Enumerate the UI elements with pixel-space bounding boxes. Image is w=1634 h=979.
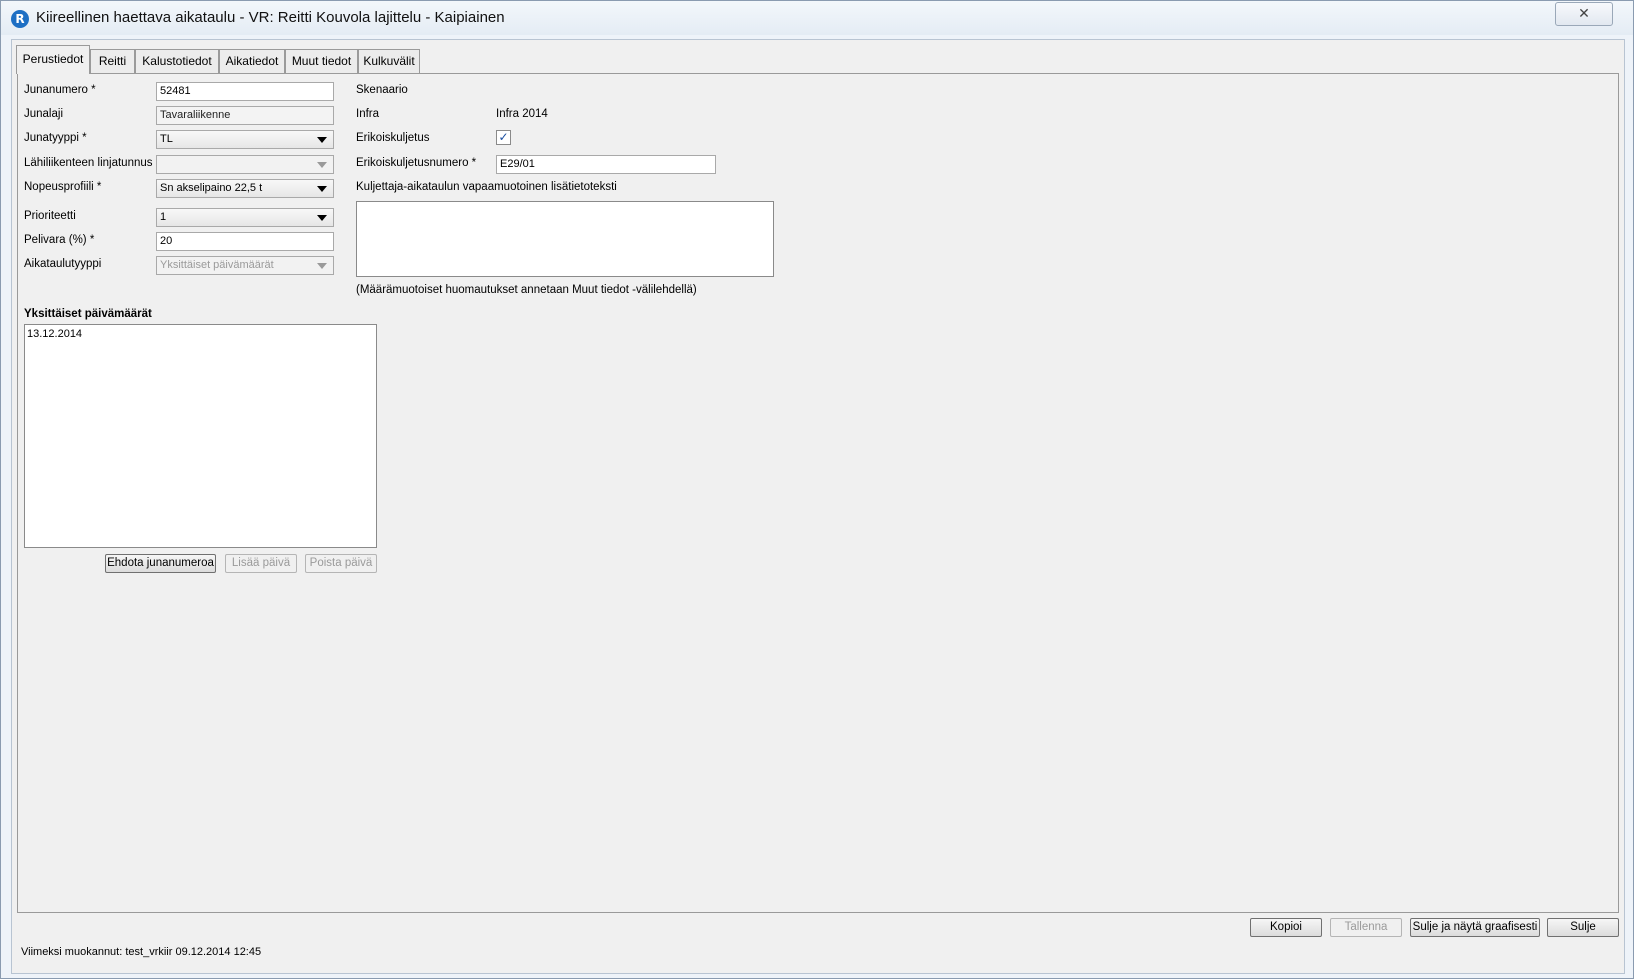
add-date-button[interactable]: Lisää päivä [225, 554, 297, 573]
junalaji-field: Tavaraliikenne [156, 106, 334, 125]
erikoiskuljetusnumero-field[interactable]: E29/01 [496, 155, 716, 174]
last-modified-text: Viimeksi muokannut: test_vrkiir 09.12.20… [21, 946, 262, 958]
tab-aikatiedot[interactable]: Aikatiedot [219, 49, 285, 73]
note-text: (Määrämuotoiset huomautukset annetaan Mu… [356, 284, 697, 296]
erikoiskuljetusnumero-label: Erikoiskuljetusnumero * [356, 157, 477, 169]
junatyyppi-value: TL [160, 133, 173, 145]
skenaario-label: Skenaario [356, 84, 408, 96]
chevron-down-icon [317, 186, 327, 192]
chevron-down-icon [317, 162, 327, 168]
junatyyppi-select[interactable]: TL [156, 130, 334, 149]
remove-date-button[interactable]: Poista päivä [305, 554, 377, 573]
linjatunnus-select [156, 155, 334, 174]
title-bar: R Kiireellinen haettava aikataulu - VR: … [1, 1, 1633, 35]
tab-perustiedot[interactable]: Perustiedot [16, 45, 90, 74]
prioriteetti-value: 1 [160, 211, 167, 223]
save-button[interactable]: Tallenna [1330, 918, 1402, 937]
pelivara-field[interactable]: 20 [156, 232, 334, 251]
aikataulutyyppi-value: Yksittäiset päivämäärät [160, 259, 274, 271]
aikataulutyyppi-label: Aikataulutyyppi [24, 258, 102, 270]
dialog-content: Perustiedot Reitti Kalustotiedot Aikatie… [11, 39, 1625, 974]
nopeusprofiili-value: Sn akselipaino 22,5 t [160, 182, 263, 194]
prioriteetti-select[interactable]: 1 [156, 208, 334, 227]
chevron-down-icon [317, 137, 327, 143]
tab-panel-perustiedot: Junanumero * 52481 Junalaji Tavaraliiken… [17, 73, 1619, 913]
junanumero-field[interactable]: 52481 [156, 82, 334, 101]
junatyyppi-label: Junatyyppi * [24, 132, 87, 144]
tab-kalustotiedot[interactable]: Kalustotiedot [135, 49, 219, 73]
close-button[interactable]: Sulje [1547, 918, 1619, 937]
chevron-down-icon [317, 263, 327, 269]
list-item[interactable]: 13.12.2014 [27, 328, 82, 340]
close-and-show-graphic-button[interactable]: Sulje ja näytä graafisesti [1410, 918, 1540, 937]
dates-list[interactable]: 13.12.2014 [24, 324, 377, 548]
nopeusprofiili-select[interactable]: Sn akselipaino 22,5 t [156, 179, 334, 198]
infra-value: Infra 2014 [496, 108, 548, 120]
prioriteetti-label: Prioriteetti [24, 210, 76, 222]
pelivara-label: Pelivara (%) * [24, 234, 95, 246]
chevron-down-icon [317, 215, 327, 221]
tab-muut-tiedot[interactable]: Muut tiedot [285, 49, 358, 73]
dates-heading: Yksittäiset päivämäärät [24, 308, 152, 320]
copy-button[interactable]: Kopioi [1250, 918, 1322, 937]
app-window: R Kiireellinen haettava aikataulu - VR: … [0, 0, 1634, 979]
nopeusprofiili-label: Nopeusprofiili * [24, 181, 102, 193]
aikataulutyyppi-select: Yksittäiset päivämäärät [156, 256, 334, 275]
erikoiskuljetus-checkbox[interactable]: ✓ [496, 130, 511, 145]
close-icon[interactable]: ✕ [1555, 2, 1613, 26]
lisatieto-textarea[interactable] [356, 201, 774, 277]
erikoiskuljetus-label: Erikoiskuljetus [356, 132, 430, 144]
linjatunnus-label: Lähiliikenteen linjatunnus * [24, 157, 161, 169]
window-title: Kiireellinen haettava aikataulu - VR: Re… [36, 9, 505, 26]
lisatieto-label: Kuljettaja-aikataulun vapaamuotoinen lis… [356, 181, 617, 193]
tab-reitti[interactable]: Reitti [90, 49, 135, 73]
infra-label: Infra [356, 108, 380, 120]
app-logo-icon: R [11, 10, 29, 28]
junalaji-label: Junalaji [24, 108, 63, 120]
suggest-train-number-button[interactable]: Ehdota junanumeroa [105, 554, 216, 573]
tab-kulkuvalit[interactable]: Kulkuvälit [358, 49, 420, 73]
junanumero-label: Junanumero * [24, 84, 96, 96]
